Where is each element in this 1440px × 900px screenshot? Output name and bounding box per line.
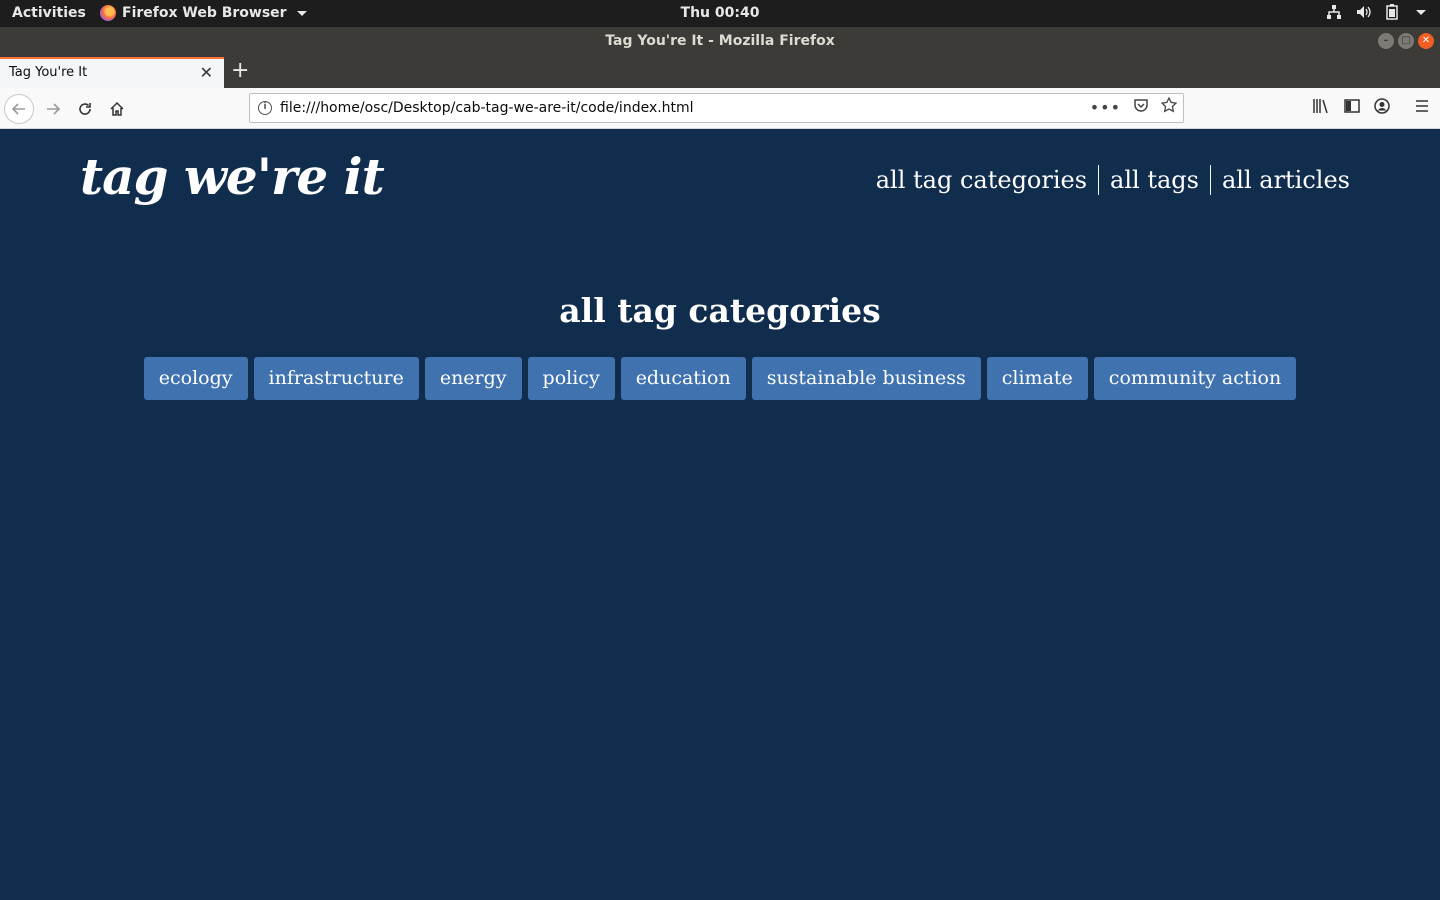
reload-icon	[79, 103, 91, 115]
category-button-ecology[interactable]: ecology	[143, 357, 248, 400]
url-bar[interactable]: i file:///home/osc/Desktop/cab-tag-we-ar…	[249, 93, 1184, 123]
category-button-climate[interactable]: climate	[986, 357, 1088, 400]
url-actions: •••	[1090, 96, 1178, 117]
category-button-community-action[interactable]: community action	[1093, 357, 1297, 400]
arrow-right-icon	[47, 103, 61, 115]
maximize-icon[interactable]: □	[1398, 33, 1414, 49]
hamburger-menu-icon[interactable]	[1414, 98, 1430, 118]
category-button-policy[interactable]: policy	[527, 357, 615, 400]
bookmark-star-icon[interactable]	[1160, 96, 1178, 117]
app-menu-label: Firefox Web Browser	[122, 5, 287, 21]
window-controls: – □ ✕	[1378, 33, 1434, 49]
pocket-icon[interactable]	[1133, 97, 1149, 117]
nav-link-all-tag-categories[interactable]: all tag categories	[865, 166, 1098, 194]
close-tab-icon[interactable]: ✕	[200, 63, 213, 82]
nav-link-all-tags[interactable]: all tags	[1099, 166, 1210, 194]
firefox-icon	[100, 5, 116, 21]
navigation-toolbar: i file:///home/osc/Desktop/cab-tag-we-ar…	[0, 88, 1440, 129]
network-icon[interactable]	[1326, 4, 1342, 20]
reload-button[interactable]	[70, 94, 100, 124]
category-button-energy[interactable]: energy	[424, 357, 522, 400]
sidebar-icon[interactable]	[1344, 98, 1360, 118]
library-icon[interactable]	[1312, 98, 1330, 118]
battery-icon[interactable]	[1386, 4, 1398, 20]
category-button-sustainable-business[interactable]: sustainable business	[751, 357, 981, 400]
page-heading: all tag categories	[559, 291, 881, 330]
tab-title: Tag You're It	[9, 65, 88, 80]
window-title-bar: Tag You're It - Mozilla Firefox – □ ✕	[0, 27, 1440, 55]
home-icon	[110, 101, 124, 116]
home-button[interactable]	[102, 94, 132, 124]
app-menu[interactable]: Firefox Web Browser	[100, 5, 307, 21]
toolbar-icons	[1312, 98, 1430, 118]
category-button-education[interactable]: education	[620, 357, 746, 400]
system-top-bar: Activities Firefox Web Browser Thu 00:40	[0, 0, 1440, 27]
close-window-icon[interactable]: ✕	[1418, 33, 1434, 49]
arrow-left-icon	[11, 103, 25, 115]
account-icon[interactable]	[1374, 98, 1390, 118]
activities-button[interactable]: Activities	[12, 5, 86, 21]
chevron-down-icon	[296, 10, 307, 16]
site-logo[interactable]: tag we're it	[80, 147, 385, 206]
volume-icon[interactable]	[1356, 4, 1372, 20]
site-info-icon[interactable]: i	[258, 101, 272, 115]
system-tray[interactable]	[1326, 4, 1426, 20]
category-button-infrastructure[interactable]: infrastructure	[253, 357, 419, 400]
minimize-icon[interactable]: –	[1378, 33, 1394, 49]
page-actions-icon[interactable]: •••	[1090, 98, 1121, 117]
system-menu-chevron-icon[interactable]	[1416, 9, 1426, 15]
forward-button[interactable]	[38, 94, 68, 124]
window-title: Tag You're It - Mozilla Firefox	[605, 33, 835, 49]
tab-active[interactable]: Tag You're It ✕	[0, 57, 224, 88]
page-content: tag we're it all tag categories all tags…	[0, 129, 1440, 900]
category-list: ecology infrastructure energy policy edu…	[0, 357, 1440, 400]
new-tab-button[interactable]: +	[231, 58, 249, 83]
site-nav: all tag categories all tags all articles	[865, 165, 1350, 195]
url-text[interactable]: file:///home/osc/Desktop/cab-tag-we-are-…	[280, 100, 694, 116]
back-button[interactable]	[4, 94, 34, 124]
tab-strip: Tag You're It ✕ +	[0, 55, 1440, 88]
nav-link-all-articles[interactable]: all articles	[1211, 166, 1350, 194]
